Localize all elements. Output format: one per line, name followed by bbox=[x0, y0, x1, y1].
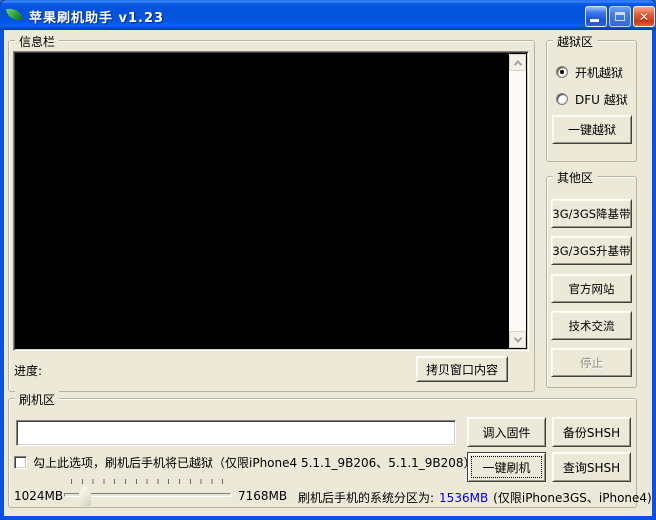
other-panel-label: 其他区 bbox=[553, 169, 598, 186]
console-output bbox=[13, 51, 529, 351]
radio-dfu-jailbreak-label: DFU 越狱 bbox=[575, 92, 628, 107]
minimize-icon bbox=[590, 19, 599, 22]
jailbreak-after-flash-checkbox[interactable]: ✓ 勾上此选项，刷机后手机将已越狱（仅限iPhone4 5.1.1_9B206、… bbox=[14, 454, 476, 471]
checkbox-icon: ✓ bbox=[14, 456, 27, 469]
backup-shsh-button[interactable]: 备份SHSH bbox=[552, 417, 631, 447]
load-firmware-button[interactable]: 调入固件 bbox=[467, 417, 546, 447]
scroll-up-button[interactable] bbox=[509, 54, 526, 71]
radio-dot-icon bbox=[560, 70, 564, 74]
partition-info-value: 1536MB bbox=[439, 491, 489, 505]
maximize-button[interactable] bbox=[609, 6, 631, 27]
close-icon: ✕ bbox=[638, 9, 650, 24]
app-leaf-icon bbox=[6, 7, 23, 22]
stop-button: 停止 bbox=[551, 348, 632, 377]
one-key-flash-button[interactable]: 一键刷机 bbox=[467, 452, 546, 482]
firmware-path-input[interactable] bbox=[16, 420, 456, 446]
scrollbar-track[interactable] bbox=[509, 71, 526, 331]
upgrade-baseband-button[interactable]: 3G/3GS升基带 bbox=[551, 236, 632, 265]
radio-dfu-jailbreak[interactable]: DFU 越狱 bbox=[556, 92, 628, 107]
partition-max-label: 7168MB bbox=[238, 489, 288, 503]
client-area: 信息栏 进度: 拷贝窗口内容 越狱区 开机越狱 DFU 越狱 一键越狱 其他区 bbox=[4, 30, 652, 516]
console-scrollbar[interactable] bbox=[509, 54, 526, 348]
radio-icon bbox=[556, 66, 568, 78]
one-key-jailbreak-button[interactable]: 一键越狱 bbox=[552, 115, 632, 144]
partition-min-label: 1024MB bbox=[14, 489, 64, 503]
partition-info-prefix: 刷机后手机的系统分区为: bbox=[298, 491, 435, 505]
flash-panel-label: 刷机区 bbox=[15, 391, 60, 408]
minimize-button[interactable] bbox=[585, 6, 607, 27]
jailbreak-checkbox-label: 勾上此选项，刷机后手机将已越狱（仅限iPhone4 5.1.1_9B206、5.… bbox=[33, 456, 476, 470]
jailbreak-panel-label: 越狱区 bbox=[553, 33, 598, 50]
progress-label: 进度: bbox=[14, 364, 43, 378]
radio-boot-jailbreak[interactable]: 开机越狱 bbox=[556, 65, 624, 80]
chevron-down-icon bbox=[513, 333, 522, 343]
copy-window-content-button[interactable]: 拷贝窗口内容 bbox=[416, 356, 508, 382]
titlebar[interactable]: 苹果刷机助手 v1.23 ✕ bbox=[0, 0, 656, 30]
tech-exchange-button[interactable]: 技术交流 bbox=[551, 311, 632, 340]
radio-icon bbox=[556, 93, 568, 105]
scroll-down-button[interactable] bbox=[509, 331, 526, 348]
window-title: 苹果刷机助手 v1.23 bbox=[29, 11, 165, 26]
chevron-up-icon bbox=[513, 59, 522, 69]
radio-boot-jailbreak-label: 开机越狱 bbox=[575, 65, 624, 80]
app-window: 苹果刷机助手 v1.23 ✕ 信息栏 进度: 拷贝窗口内容 越狱区 开机越狱 D… bbox=[0, 0, 656, 520]
partition-info-text: 刷机后手机的系统分区为: 1536MB (仅限iPhone3GS、iPhone4) bbox=[298, 489, 652, 506]
maximize-icon bbox=[615, 12, 625, 21]
query-shsh-button[interactable]: 查询SHSH bbox=[552, 452, 631, 482]
official-website-button[interactable]: 官方网站 bbox=[551, 274, 632, 303]
slider-tick-marks bbox=[71, 479, 231, 484]
close-button[interactable]: ✕ bbox=[633, 6, 655, 27]
info-panel-label: 信息栏 bbox=[15, 33, 60, 50]
downgrade-baseband-button[interactable]: 3G/3GS降基带 bbox=[551, 199, 632, 228]
partition-info-suffix: (仅限iPhone3GS、iPhone4) bbox=[493, 491, 652, 505]
